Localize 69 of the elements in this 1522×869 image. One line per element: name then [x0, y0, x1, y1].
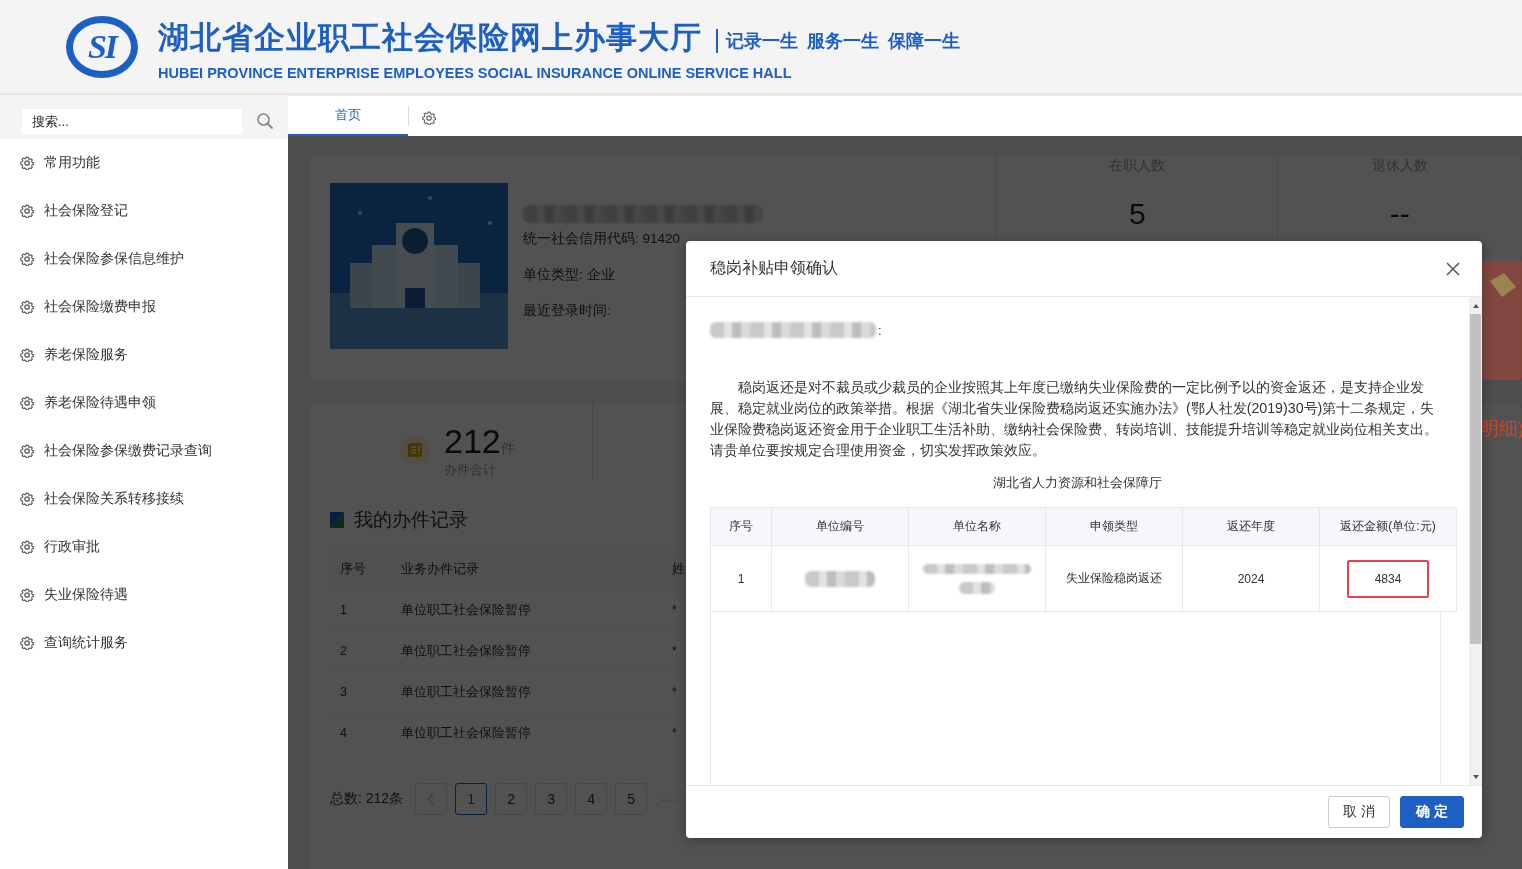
- search-field[interactable]: 搜索...: [22, 108, 242, 134]
- sidebar-item[interactable]: 社会保险参保信息维护: [0, 235, 288, 283]
- colon: :: [878, 322, 882, 338]
- gear-icon: [20, 588, 34, 602]
- table-cell: 单位职工社会保险暂停: [391, 589, 662, 631]
- scroll-down-icon[interactable]: [1471, 774, 1480, 780]
- site-subtitle: HUBEI PROVINCE ENTERPRISE EMPLOYEES SOCIAL INSURANCE ONLINE SERVICE HALL: [158, 64, 793, 81]
- close-icon[interactable]: [1446, 261, 1460, 276]
- gear-icon: [20, 300, 34, 314]
- gear-icon: [20, 444, 34, 458]
- notice-paragraph: 稳岗返还是对不裁员或少裁员的企业按照其上年度已缴纳失业保险费的一定比例予以的资金返还，是支持企业发展、稳定就业岗位的政策举措。根据《湖北省失业保险费稳岗返还实施办法》(鄂人社发(2019)30号)第十二条规定，失业保险费稳岗返还资金用于企业职工生活补助、缴纳社会保险费、转岗培训、技能提升培训等稳定就业岗位相关支出。请贵单位要按规定合理使用资金，切实发挥政策效应。: [710, 378, 1439, 460]
- section-title: 我的办件记录: [354, 508, 468, 532]
- gear-icon: [20, 156, 34, 170]
- sidebar-item[interactable]: 常用功能: [0, 139, 288, 187]
- column-header: 返还年度: [1182, 507, 1320, 546]
- sidebar-item[interactable]: 社会保险参保缴费记录查询: [0, 427, 288, 475]
- sidebar-item[interactable]: 查询统计服务: [0, 619, 288, 667]
- dialog-title: 稳岗补贴申领确认: [710, 258, 838, 278]
- table-cell: 4: [330, 712, 391, 753]
- slogan: 记录一生 服务一生 保障一生: [716, 28, 960, 53]
- table-cell: 1: [330, 589, 391, 631]
- sidebar-item[interactable]: 失业保险待遇: [0, 571, 288, 619]
- site-title: 湖北省企业职工社会保险网上办事大厅: [158, 18, 702, 57]
- total-count: 212: [444, 421, 501, 460]
- stat-value: 5: [1129, 197, 1146, 231]
- sidebar-item[interactable]: 社会保险关系转移接续: [0, 475, 288, 523]
- gear-icon: [20, 540, 34, 554]
- gear-icon: [20, 204, 34, 218]
- blurred-unit-number: [805, 570, 875, 587]
- table-cell: 3: [330, 671, 391, 713]
- gear-icon[interactable]: [422, 111, 436, 125]
- last-login: 最近登录时间:: [523, 302, 611, 320]
- column-header: 单位名称: [908, 507, 1046, 546]
- column-header: 申领类型: [1045, 507, 1183, 546]
- gear-icon: [20, 636, 34, 650]
- credit-code: 统一社会信用代码: 91420: [523, 230, 681, 248]
- gear-icon: [20, 396, 34, 410]
- sidebar-item[interactable]: 社会保险登记: [0, 187, 288, 235]
- sidebar-item[interactable]: 行政审批: [0, 523, 288, 571]
- column-header: 返还金额(单位:元): [1319, 507, 1457, 546]
- table-cell: 单位职工社会保险暂停: [391, 712, 662, 753]
- column-header: 单位编号: [771, 507, 909, 546]
- table-cell: 单位职工社会保险暂停: [391, 671, 662, 713]
- cancel-button[interactable]: 取 消: [1328, 796, 1390, 828]
- sidebar-item[interactable]: 社会保险缴费申报: [0, 283, 288, 331]
- sidebar-item[interactable]: 养老保险服务: [0, 331, 288, 379]
- gear-icon: [20, 348, 34, 362]
- logo: SI: [66, 15, 138, 78]
- table-cell: 单位职工社会保险暂停: [391, 630, 662, 672]
- total-count-label: 总数: 212条: [330, 790, 404, 808]
- column-header: 序号: [710, 507, 772, 546]
- gear-icon: [20, 252, 34, 266]
- amount-cell: 4834: [1347, 559, 1429, 598]
- unit-type: 单位类型: 企业: [523, 266, 615, 284]
- confirm-button[interactable]: 确 定: [1400, 796, 1464, 828]
- table-cell: 2: [330, 630, 391, 672]
- sidebar-item[interactable]: 养老保险待遇申领: [0, 379, 288, 427]
- search-icon[interactable]: [256, 112, 274, 130]
- issuer-signature: 湖北省人力资源和社会保障厅: [992, 474, 1163, 492]
- gear-icon: [20, 492, 34, 506]
- table-cell: 失业保险稳岗返还: [1045, 545, 1183, 612]
- table-cell: 1: [710, 545, 772, 612]
- document-icon: [407, 442, 423, 458]
- blurred-unit-name: [959, 581, 995, 594]
- table-cell: 2024: [1182, 545, 1320, 612]
- section-marker-icon: [330, 512, 344, 528]
- scroll-up-icon[interactable]: [1471, 303, 1480, 309]
- stat-value: --: [1389, 197, 1410, 231]
- scrollbar[interactable]: [1469, 297, 1482, 785]
